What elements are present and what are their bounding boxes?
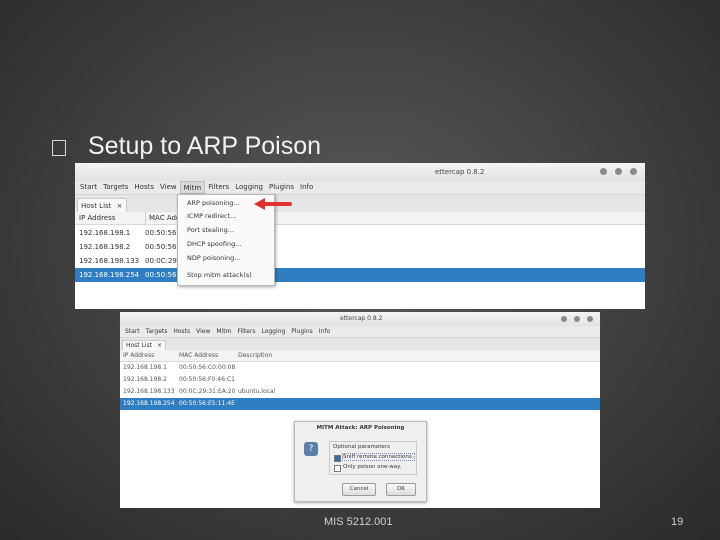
sniff-remote-label[interactable]: Sniff remote connections. xyxy=(342,453,415,461)
mac-cell: 00:0C:29 xyxy=(145,257,177,265)
tab-host-list[interactable]: Host List × xyxy=(77,198,127,213)
table-row[interactable]: 192.168.198.2 00:50:56:F0:46:C1 xyxy=(120,374,600,386)
menu-bar: Start Targets Hosts View Mitm Filters Lo… xyxy=(75,181,645,195)
ip-cell: 192.168.198.133 xyxy=(79,257,140,265)
ip-cell: 192.168.198.254 xyxy=(79,271,140,279)
menu-targets[interactable]: Targets xyxy=(143,326,171,337)
menu-plugins[interactable]: Plugins xyxy=(266,181,297,194)
table-row-selected[interactable]: 192.168.198.254 00:50:56:E5:11:4E xyxy=(120,398,600,410)
close-icon[interactable]: × xyxy=(117,202,123,210)
mac-cell: 00:50:56:E5:11:4E xyxy=(179,400,235,407)
ip-cell: 192.168.198.1 xyxy=(79,229,131,237)
question-icon: ? xyxy=(304,442,318,456)
menu-mitm[interactable]: Mitm xyxy=(213,326,234,337)
ip-cell: 192.168.198.254 xyxy=(123,400,175,407)
menu-view[interactable]: View xyxy=(157,181,180,194)
menu-filters[interactable]: Filters xyxy=(234,326,258,337)
menu-item-icmp-redirect[interactable]: ICMP redirect... xyxy=(187,212,236,220)
window-titlebar: ettercap 0.8.2 xyxy=(75,163,645,182)
tab-label: Host List xyxy=(81,202,112,210)
mac-cell: 00:50:56 xyxy=(145,243,177,251)
mac-cell: 00:50:56 xyxy=(145,271,177,279)
menu-mitm[interactable]: Mitm xyxy=(179,181,206,194)
window-titlebar: ettercap 0.8.2 xyxy=(120,312,600,327)
table-row[interactable]: 192.168.198.133 00:0C:29:31:EA:20 ubuntu… xyxy=(120,386,600,398)
menu-item-dhcp-spoofing[interactable]: DHCP spoofing... xyxy=(187,240,241,248)
table-header: IP Address MAC Address Description xyxy=(120,350,600,362)
menu-info[interactable]: Info xyxy=(297,181,316,194)
column-header-ip[interactable]: IP Address xyxy=(79,212,115,224)
menu-item-arp-poisoning[interactable]: ARP poisoning... xyxy=(187,199,240,207)
ip-cell: 192.168.198.1 xyxy=(123,364,167,371)
table-row[interactable]: 192.168.198.1 00:50:56 xyxy=(75,226,645,240)
menu-logging[interactable]: Logging xyxy=(258,326,288,337)
minimize-button[interactable] xyxy=(600,168,607,175)
slide-title: Setup to ARP Poison xyxy=(88,132,322,160)
table-row[interactable]: 192.168.198.2 00:50:56 xyxy=(75,240,645,254)
mac-cell: 00:50:56 xyxy=(145,229,177,237)
column-header-ip[interactable]: IP Address xyxy=(123,350,154,361)
table-row-selected[interactable]: 192.168.198.254 00:50:56 xyxy=(75,268,645,282)
column-header-description[interactable]: Description xyxy=(238,350,272,361)
close-button[interactable] xyxy=(630,168,637,175)
minimize-button[interactable] xyxy=(561,316,567,322)
ok-button[interactable]: OK xyxy=(386,483,416,496)
tab-label: Host List xyxy=(126,342,153,349)
menu-hosts[interactable]: Hosts xyxy=(131,181,157,194)
page-number: 19 xyxy=(671,516,684,528)
close-button[interactable] xyxy=(587,316,593,322)
menu-bar: Start Targets Hosts View Mitm Filters Lo… xyxy=(120,326,600,338)
menu-start[interactable]: Start xyxy=(77,181,100,194)
square-bullet-icon xyxy=(52,140,66,156)
menu-item-ndp-poisoning[interactable]: NDP poisoning... xyxy=(187,254,241,262)
dialog-title: MITM Attack: ARP Poisoning xyxy=(316,425,405,431)
optional-parameters-group: Optional parameters Sniff remote connect… xyxy=(329,441,417,475)
menu-filters[interactable]: Filters xyxy=(205,181,232,194)
description-cell: ubuntu.local xyxy=(238,388,276,395)
maximize-button[interactable] xyxy=(574,316,580,322)
mac-cell: 00:50:56:C0:00:08 xyxy=(179,364,236,371)
menu-plugins[interactable]: Plugins xyxy=(288,326,316,337)
menu-info[interactable]: Info xyxy=(316,326,333,337)
column-header-mac[interactable]: MAC Add xyxy=(145,212,180,224)
group-label: Optional parameters xyxy=(333,444,390,450)
table-row[interactable]: 192.168.198.133 00:0C:29 xyxy=(75,254,645,268)
one-way-checkbox[interactable] xyxy=(334,465,341,472)
slide-footer: MIS 5212.001 xyxy=(324,516,393,528)
menu-view[interactable]: View xyxy=(193,326,213,337)
menu-hosts[interactable]: Hosts xyxy=(170,326,193,337)
column-header-mac[interactable]: MAC Address xyxy=(179,350,218,361)
table-header: IP Address MAC Add xyxy=(75,212,645,225)
cancel-button[interactable]: Cancel xyxy=(342,483,376,496)
close-icon[interactable]: × xyxy=(157,342,162,349)
menu-start[interactable]: Start xyxy=(122,326,143,337)
ettercap-window-1: ettercap 0.8.2 Start Targets Hosts View … xyxy=(75,163,645,309)
tab-bar: Host List × xyxy=(75,195,645,213)
menu-logging[interactable]: Logging xyxy=(232,181,266,194)
one-way-label[interactable]: Only poison one-way. xyxy=(343,464,402,470)
red-arrow-icon xyxy=(254,198,292,210)
arp-poisoning-dialog: MITM Attack: ARP Poisoning ? Optional pa… xyxy=(294,421,427,502)
sniff-remote-checkbox[interactable] xyxy=(334,455,341,462)
window-title: ettercap 0.8.2 xyxy=(435,168,485,176)
host-list-table: IP Address MAC Add 192.168.198.1 00:50:5… xyxy=(75,212,645,309)
menu-item-stop-mitm[interactable]: Stop mitm attack(s) xyxy=(187,271,252,279)
window-title: ettercap 0.8.2 xyxy=(340,315,383,322)
ip-cell: 192.168.198.2 xyxy=(123,376,167,383)
table-row[interactable]: 192.168.198.1 00:50:56:C0:00:08 xyxy=(120,362,600,374)
mac-cell: 00:50:56:F0:46:C1 xyxy=(179,376,235,383)
mac-cell: 00:0C:29:31:EA:20 xyxy=(179,388,236,395)
maximize-button[interactable] xyxy=(615,168,622,175)
ip-cell: 192.168.198.2 xyxy=(79,243,131,251)
ip-cell: 192.168.198.133 xyxy=(123,388,175,395)
menu-targets[interactable]: Targets xyxy=(100,181,131,194)
menu-item-port-stealing[interactable]: Port stealing... xyxy=(187,226,234,234)
